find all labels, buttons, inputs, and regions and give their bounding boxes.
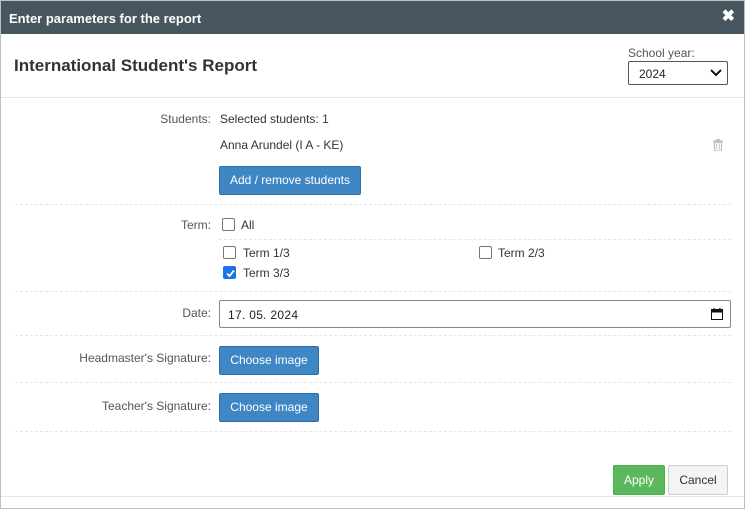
section-divider (15, 204, 731, 205)
dialog-title: Enter parameters for the report (9, 11, 202, 26)
report-title: International Student's Report (14, 56, 257, 75)
school-year-select[interactable]: 2024 (628, 61, 728, 85)
date-input[interactable]: 17. 05. 2024 (219, 300, 731, 328)
student-list-item: Anna Arundel (I A - KE) (220, 138, 344, 152)
term-all-checkbox[interactable] (222, 218, 235, 231)
section-divider (15, 291, 731, 292)
headmaster-choose-image-button[interactable]: Choose image (219, 346, 319, 375)
section-divider (15, 431, 731, 432)
teacher-signature-label: Teacher's Signature: (101, 399, 211, 413)
dialog-header: International Student's Report School ye… (1, 34, 744, 98)
term-2-label: Term 2/3 (498, 246, 545, 260)
term-3-label: Term 3/3 (243, 266, 290, 280)
report-parameters-dialog: Enter parameters for the report ✖ Intern… (0, 0, 745, 509)
dialog-titlebar: Enter parameters for the report ✖ (1, 1, 744, 34)
date-value: 17. 05. 2024 (228, 308, 299, 322)
term-1-label: Term 1/3 (243, 246, 290, 260)
date-label: Date: (182, 306, 211, 320)
students-label: Students: (160, 112, 211, 126)
term-2-checkbox[interactable] (479, 246, 492, 259)
school-year-label: School year: (628, 46, 695, 60)
calendar-icon[interactable] (711, 308, 723, 320)
section-divider (15, 335, 731, 336)
footer-divider (1, 496, 744, 497)
school-year-value: 2024 (639, 67, 666, 81)
teacher-choose-image-button[interactable]: Choose image (219, 393, 319, 422)
close-icon[interactable]: ✖ (722, 8, 735, 26)
term-label: Term: (181, 218, 211, 232)
add-remove-students-button[interactable]: Add / remove students (219, 166, 361, 195)
term-3-checkbox[interactable] (223, 266, 236, 279)
apply-button[interactable]: Apply (613, 465, 665, 495)
cancel-button[interactable]: Cancel (668, 465, 728, 495)
selected-students-count: Selected students: 1 (220, 112, 329, 126)
headmaster-signature-label: Headmaster's Signature: (79, 351, 211, 365)
section-divider (15, 382, 731, 383)
term-all-label: All (241, 218, 255, 232)
chevron-down-icon (710, 69, 722, 77)
check-icon (226, 269, 235, 278)
trash-icon[interactable] (713, 139, 723, 151)
term-1-checkbox[interactable] (223, 246, 236, 259)
term-divider (219, 239, 731, 240)
